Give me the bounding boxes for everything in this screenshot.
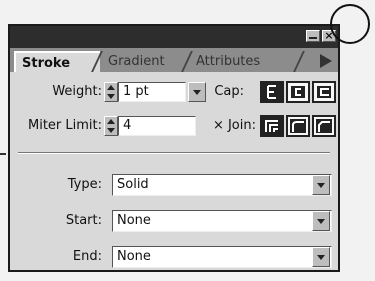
miter-join-icon[interactable] (260, 115, 284, 137)
weight-input[interactable]: 1 pt (118, 82, 186, 102)
type-dropdown-button[interactable] (312, 175, 330, 195)
weight-label: Weight: (52, 84, 102, 99)
tab-gradient[interactable]: Gradient (102, 51, 186, 72)
palette-menu-arrow-icon[interactable] (320, 54, 332, 68)
weight-dropdown-button[interactable] (188, 82, 206, 102)
stroke-options: Weight: 1 pt Cap: Miter Limit: 4 × Join: (10, 72, 338, 270)
start-select-value: None (117, 213, 151, 228)
down-arrow-icon (107, 128, 115, 133)
miter-limit-input[interactable]: 4 (118, 116, 196, 136)
projecting-cap-icon[interactable] (312, 81, 336, 103)
end-select-value: None (117, 249, 151, 264)
callout-leader-line (0, 153, 6, 155)
down-arrow-icon (107, 94, 115, 99)
butt-cap-icon[interactable] (260, 81, 284, 103)
minimize-button[interactable] (306, 30, 320, 42)
stroke-palette-window: × Stroke Gradient Attributes Weight: 1 p… (8, 24, 340, 272)
end-dropdown-button[interactable] (312, 247, 330, 267)
type-label: Type: (67, 177, 102, 192)
miter-limit-label: Miter Limit: (27, 118, 102, 133)
weight-stepper[interactable] (104, 82, 118, 102)
end-label: End: (72, 249, 102, 264)
palette-title-bar[interactable]: × (10, 26, 338, 48)
start-select[interactable]: None (112, 210, 332, 232)
type-select[interactable]: Solid (112, 174, 332, 196)
join-label: × Join: (212, 118, 256, 133)
bevel-join-icon[interactable] (312, 115, 336, 137)
tab-strip: Stroke Gradient Attributes (10, 48, 338, 72)
section-divider (18, 152, 330, 154)
up-arrow-icon (107, 85, 115, 90)
round-join-icon[interactable] (286, 115, 310, 137)
tab-stroke[interactable]: Stroke (14, 51, 100, 72)
callout-circle (330, 4, 370, 44)
end-select[interactable]: None (112, 246, 332, 268)
cap-label: Cap: (214, 84, 244, 99)
round-cap-icon[interactable] (286, 81, 310, 103)
tab-attributes[interactable]: Attributes (190, 51, 298, 72)
type-select-value: Solid (117, 177, 149, 192)
miter-limit-stepper[interactable] (104, 116, 118, 136)
start-label: Start: (65, 213, 102, 228)
start-dropdown-button[interactable] (312, 211, 330, 231)
up-arrow-icon (107, 119, 115, 124)
